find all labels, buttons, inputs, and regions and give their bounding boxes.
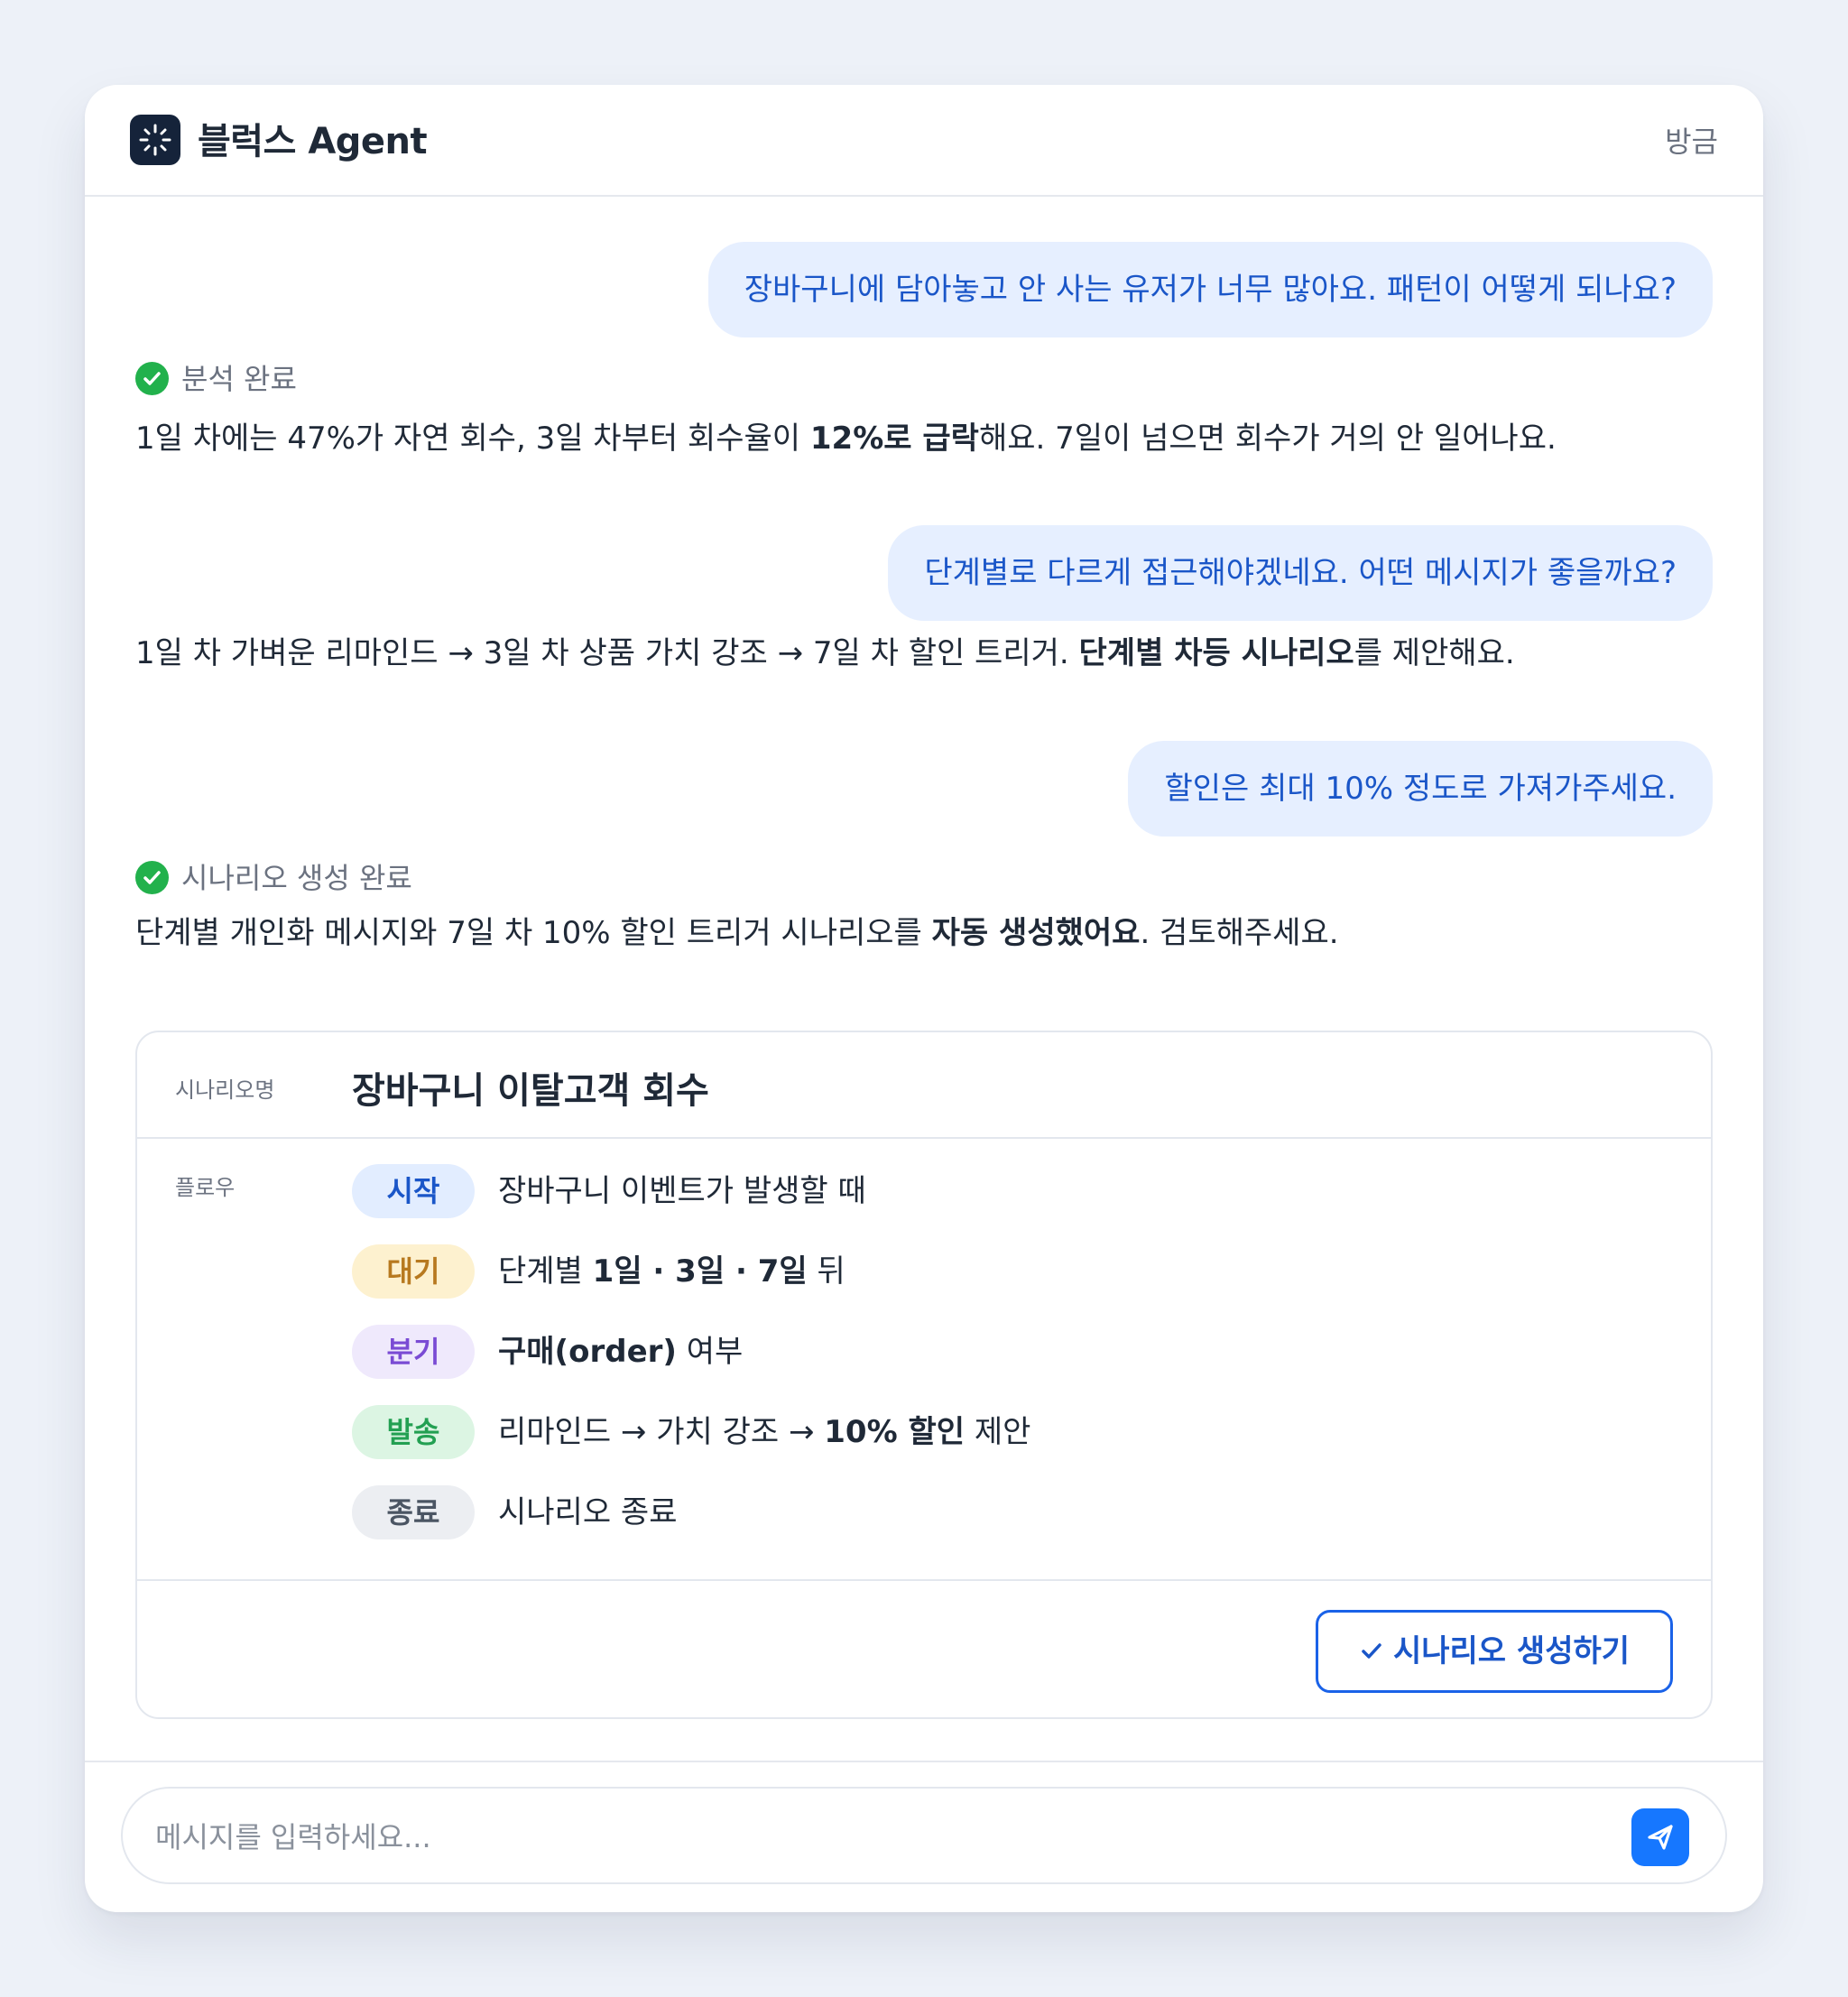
step-text-bold: 1일 · 3일 · 7일 xyxy=(592,1253,808,1290)
message-text: . 검토해주세요. xyxy=(1140,915,1339,951)
step-tag: 시작 xyxy=(352,1164,475,1218)
step-text: 시나리오 종료 xyxy=(498,1485,678,1539)
create-scenario-label: 시나리오 생성하기 xyxy=(1392,1633,1631,1669)
agent-chat-window: 블럭스 Agent 방금 장바구니에 담아놓고 안 사는 유저가 너무 많아요.… xyxy=(85,85,1763,1912)
send-icon xyxy=(1648,1825,1673,1850)
message-input[interactable] xyxy=(155,1810,1581,1864)
checkmark-icon xyxy=(1362,1642,1381,1659)
scenario-card: 시나리오명 장바구니 이탈고객 회수 플로우 시작 장바구니 이벤트가 발생할 … xyxy=(135,1031,1713,1719)
composer-divider xyxy=(85,1761,1763,1762)
status-analysis-complete: 분석 완료 xyxy=(135,361,297,397)
assistant-message: 1일 차 가벼운 리마인드 → 3일 차 상품 가치 강조 → 7일 차 할인 … xyxy=(135,633,1515,673)
send-button[interactable] xyxy=(1631,1808,1689,1866)
app-logo-icon xyxy=(130,115,180,165)
status-label: 시나리오 생성 완료 xyxy=(181,861,412,895)
step-text-bold: 구매(order) xyxy=(498,1334,677,1370)
step-text: 구매(order) 여부 xyxy=(498,1325,743,1379)
step-tag: 분기 xyxy=(352,1325,475,1379)
assistant-message: 단계별 개인화 메시지와 7일 차 10% 할인 트리거 시나리오를 자동 생성… xyxy=(135,913,1339,953)
header: 블럭스 Agent 방금 xyxy=(85,85,1763,197)
step-text-part: 장바구니 이벤트가 발생할 때 xyxy=(498,1173,866,1209)
step-tag: 종료 xyxy=(352,1485,475,1539)
step-text-part: 시나리오 종료 xyxy=(498,1494,678,1530)
scenario-name-row: 시나리오명 장바구니 이탈고객 회수 xyxy=(137,1032,1711,1139)
scenario-name-label: 시나리오명 xyxy=(175,1077,275,1103)
app-title: 블럭스 Agent xyxy=(198,121,428,162)
user-message: 단계별로 다르게 접근해야겠네요. 어떤 메시지가 좋을까요? xyxy=(888,525,1713,621)
flow-label: 플로우 xyxy=(175,1175,236,1200)
check-circle-icon xyxy=(135,361,169,395)
timestamp: 방금 xyxy=(1665,125,1718,159)
step-text-part: 리마인드 → 가치 강조 → xyxy=(498,1414,825,1450)
message-text: 해요. 7일이 넘으면 회수가 거의 안 일어나요. xyxy=(978,421,1557,457)
user-message: 할인은 최대 10% 정도로 가져가주세요. xyxy=(1128,741,1713,837)
step-text-part: 단계별 xyxy=(498,1253,593,1290)
message-emphasis: 단계별 차등 시나리오 xyxy=(1078,635,1354,671)
scenario-name: 장바구니 이탈고객 회수 xyxy=(352,1070,709,1112)
card-divider xyxy=(137,1579,1711,1581)
user-message: 장바구니에 담아놓고 안 사는 유저가 너무 많아요. 패턴이 어떻게 되나요? xyxy=(707,242,1713,337)
step-text: 리마인드 → 가치 강조 → 10% 할인 제안 xyxy=(498,1405,1030,1459)
step-text-part: 뒤 xyxy=(807,1253,845,1290)
message-emphasis: 12%로 급락 xyxy=(809,421,979,457)
assistant-message: 1일 차에는 47%가 자연 회수, 3일 차부터 회수율이 12%로 급락해요… xyxy=(135,419,1557,458)
message-text: 1일 차에는 47%가 자연 회수, 3일 차부터 회수율이 xyxy=(135,421,810,457)
step-tag: 대기 xyxy=(352,1244,475,1299)
message-text: 를 제안해요. xyxy=(1354,635,1515,671)
message-emphasis: 자동 생성했어요 xyxy=(931,915,1141,951)
step-text: 장바구니 이벤트가 발생할 때 xyxy=(498,1164,866,1218)
create-scenario-button[interactable]: 시나리오 생성하기 xyxy=(1316,1610,1673,1693)
status-label: 분석 완료 xyxy=(181,362,297,396)
step-text-bold: 10% 할인 xyxy=(824,1414,966,1450)
status-scenario-complete: 시나리오 생성 완료 xyxy=(135,860,412,896)
step-text-part: 여부 xyxy=(676,1334,744,1370)
step-text-part: 제안 xyxy=(965,1414,1031,1450)
check-circle-icon xyxy=(135,860,169,894)
message-text: 1일 차 가벼운 리마인드 → 3일 차 상품 가치 강조 → 7일 차 할인 … xyxy=(135,635,1079,671)
message-composer xyxy=(121,1787,1727,1884)
message-text: 단계별 개인화 메시지와 7일 차 10% 할인 트리거 시나리오를 xyxy=(135,915,932,951)
step-tag: 발송 xyxy=(352,1405,475,1459)
step-text: 단계별 1일 · 3일 · 7일 뒤 xyxy=(498,1244,845,1299)
